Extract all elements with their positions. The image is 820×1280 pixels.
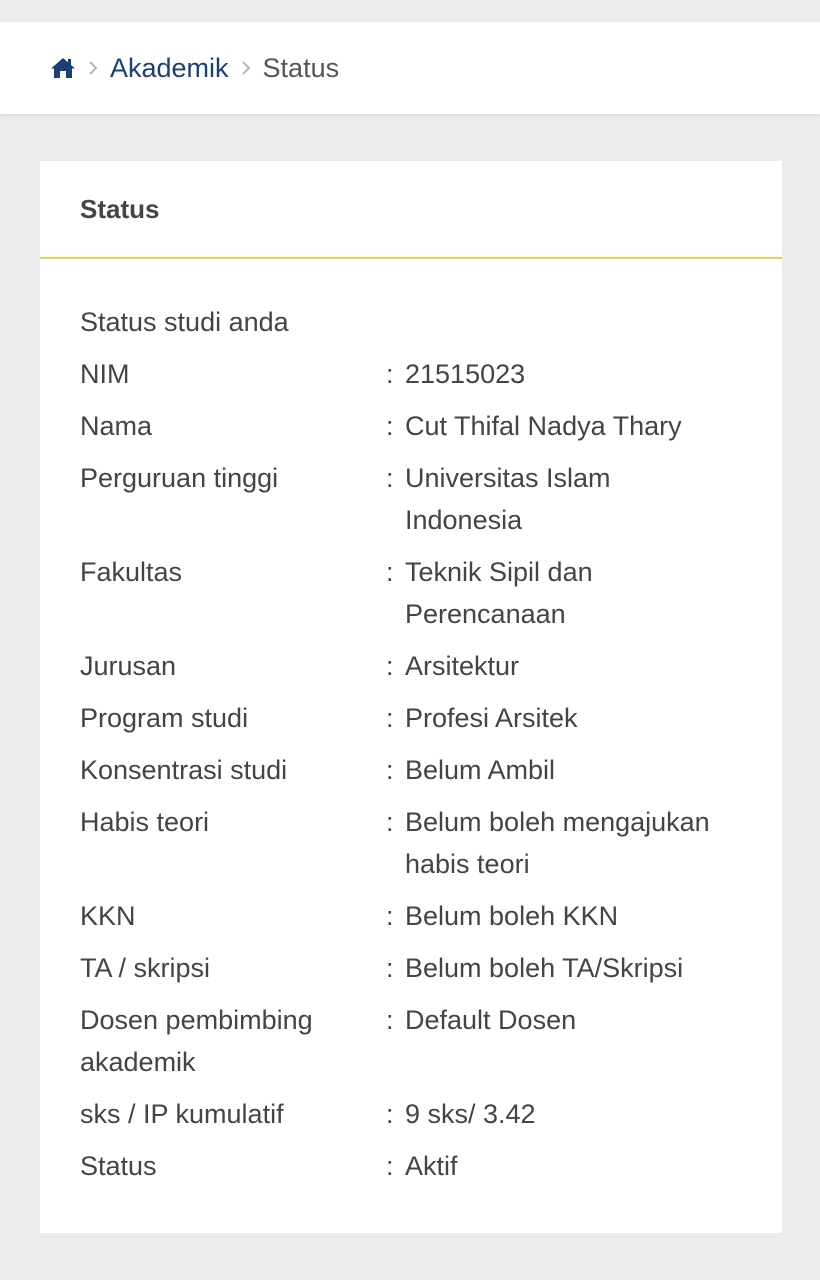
chevron-right-icon [241,60,251,76]
info-row: Konsentrasi studi: Belum Ambil [80,749,742,791]
info-value: Default Dosen [405,1005,577,1035]
info-value: Belum boleh mengajukan habis teori [405,807,710,879]
info-label: Status [80,1151,157,1181]
chevron-right-icon [88,60,98,76]
info-value: Belum boleh KKN [405,901,619,931]
info-row: Nama: Cut Thifal Nadya Thary [80,405,742,447]
info-separator: : [386,557,394,587]
info-separator: : [386,1151,394,1181]
info-row: TA / skripsi: Belum boleh TA/Skripsi [80,947,742,989]
info-label: NIM [80,359,130,389]
info-row: NIM:21515023 [80,353,742,395]
info-value: Cut Thifal Nadya Thary [405,411,682,441]
info-value: Belum Ambil [405,755,556,785]
info-separator: : [386,755,394,785]
info-label: sks / IP kumulatif [80,1099,284,1129]
info-separator: : [386,953,394,983]
info-row: Perguruan tinggi: Universitas Islam Indon… [80,457,742,541]
info-value: Profesi Arsitek [405,703,578,733]
info-value: Teknik Sipil dan Perencanaan [405,557,593,629]
info-value: Aktif [405,1151,458,1181]
info-row: Dosen pembimbing akademik: Default Dosen [80,999,742,1083]
info-value: Arsitektur [405,651,520,681]
info-label: Program studi [80,703,249,733]
info-label: Dosen pembimbing akademik [80,1005,313,1077]
status-rows: NIM:21515023 Nama: Cut Thifal Nadya Thary P… [80,353,742,1187]
info-separator: : [386,1005,394,1035]
info-row: sks / IP kumulatif:9 sks/ 3.42 [80,1093,742,1135]
info-row: KKN: Belum boleh KKN [80,895,742,937]
info-separator: : [386,463,394,493]
info-row: Jurusan: Arsitektur [80,645,742,687]
info-separator: : [386,1099,394,1129]
info-separator: : [386,807,394,837]
info-separator: : [386,901,394,931]
breadcrumb: Akademik Status [0,22,820,114]
info-row: Program studi: Profesi Arsitek [80,697,742,739]
info-row: Status: Aktif [80,1145,742,1187]
status-card: Status Status studi anda NIM:21515023 Nam… [40,161,782,1233]
info-label: Jurusan [80,651,177,681]
info-value: Belum boleh TA/Skripsi [405,953,684,983]
info-label: KKN [80,901,136,931]
info-label: Habis teori [80,807,210,837]
home-icon[interactable] [50,56,76,80]
card-header: Status [40,161,782,259]
info-row: Fakultas: Teknik Sipil dan Perencanaan [80,551,742,635]
info-separator: : [386,703,394,733]
info-label: Konsentrasi studi [80,755,288,785]
card-body: Status studi anda NIM:21515023 Nama: Cut T… [40,259,782,1187]
info-label: Fakultas [80,557,183,587]
info-row: Habis teori: Belum boleh mengajukan habis… [80,801,742,885]
breadcrumb-akademik-link[interactable]: Akademik [110,53,229,84]
info-separator: : [386,651,394,681]
info-value: 21515023 [405,359,526,389]
info-label: TA / skripsi [80,953,211,983]
info-value: Universitas Islam Indonesia [405,463,611,535]
info-label: Perguruan tinggi [80,463,279,493]
breadcrumb-current: Status [262,52,340,83]
info-value: 9 sks/ 3.42 [405,1099,536,1129]
card-title: Status [80,193,160,224]
info-label: Nama [80,411,153,441]
info-separator: : [386,411,394,441]
info-separator: : [386,359,394,389]
status-intro: Status studi anda [80,307,289,337]
